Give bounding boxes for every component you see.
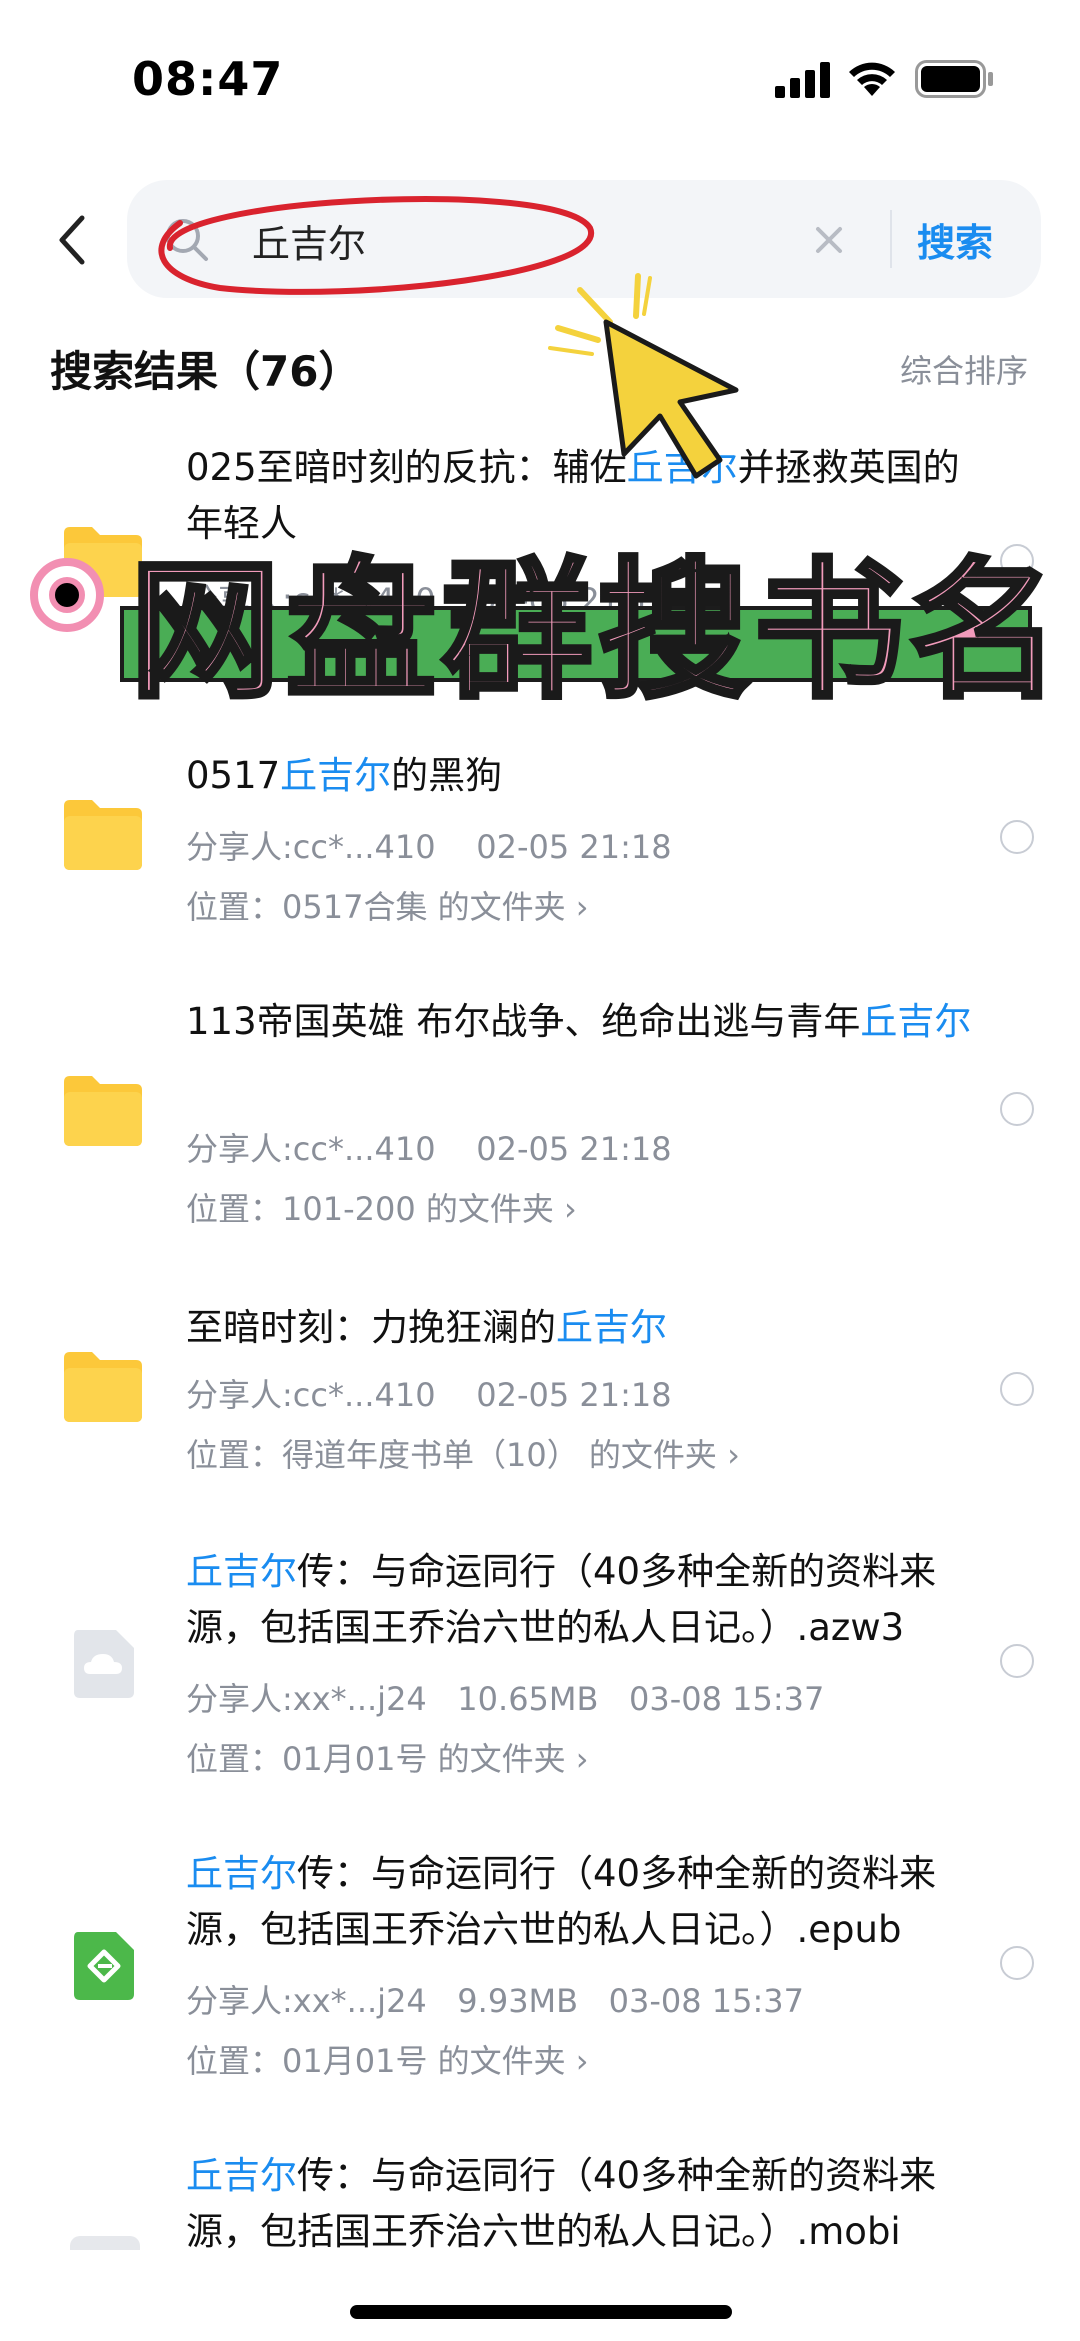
results-title: 搜索结果（76） <box>50 347 361 396</box>
epub-file-icon <box>74 1932 134 2000</box>
status-time: 08:47 <box>132 52 284 106</box>
folder-icon <box>64 1076 142 1146</box>
home-indicator[interactable] <box>350 2305 732 2319</box>
item-title: 至暗时刻：力挽狂澜的丘吉尔 <box>186 1306 667 1349</box>
item-location-link[interactable]: 位置：01月01号 的文件夹 › <box>186 2036 589 2082</box>
result-item[interactable]: 丘吉尔传：与命运同行（40多种全新的资料来源，包括国王乔治六世的私人日记。）.m… <box>0 2148 1080 2258</box>
select-radio[interactable] <box>1000 820 1034 854</box>
cursor-arrow-icon <box>548 273 739 479</box>
result-item[interactable]: 113帝国英雄 布尔战争、绝命出逃与青年丘吉尔 分享人:cc*...410 02… <box>0 994 1080 1244</box>
cellular-signal-icon <box>775 62 830 98</box>
item-location-link[interactable]: 位置：0517合集 的文件夹 › <box>186 882 589 928</box>
item-title: 丘吉尔传：与命运同行（40多种全新的资料来源，包括国王乔治六世的私人日记。）.m… <box>186 2154 937 2253</box>
bottom-safe-area <box>0 2250 1080 2341</box>
item-location-link[interactable]: 位置：101-200 的文件夹 › <box>186 1184 577 1230</box>
select-radio[interactable] <box>1000 1092 1034 1126</box>
item-title: 丘吉尔传：与命运同行（40多种全新的资料来源，包括国王乔治六世的私人日记。）.e… <box>186 1852 937 1951</box>
item-meta: 分享人:cc*...410 02-05 21:18 <box>186 828 672 866</box>
search-input[interactable] <box>252 212 812 268</box>
search-icon <box>166 219 208 261</box>
clear-icon[interactable] <box>813 224 845 256</box>
select-radio[interactable] <box>1000 1372 1034 1406</box>
select-radio[interactable] <box>1000 1946 1034 1980</box>
search-button[interactable]: 搜索 <box>917 212 993 267</box>
result-item[interactable]: 丘吉尔传：与命运同行（40多种全新的资料来源，包括国王乔治六世的私人日记。）.e… <box>0 1846 1080 2096</box>
result-item[interactable]: 至暗时刻：力挽狂澜的丘吉尔 分享人:cc*...410 02-05 21:18 … <box>0 1300 1080 1490</box>
item-location-link[interactable]: 位置：得道年度书单（10） 的文件夹 › <box>186 1430 740 1476</box>
wifi-icon <box>849 62 895 96</box>
overlay-banner-text: 网盘群搜书名 <box>127 543 1067 722</box>
select-radio[interactable] <box>1000 1644 1034 1678</box>
item-title: 丘吉尔传：与命运同行（40多种全新的资料来源，包括国王乔治六世的私人日记。）.a… <box>186 1550 937 1649</box>
result-item[interactable]: 丘吉尔传：与命运同行（40多种全新的资料来源，包括国王乔治六世的私人日记。）.a… <box>0 1544 1080 1794</box>
item-title: 113帝国英雄 布尔战争、绝命出逃与青年丘吉尔 <box>186 1000 972 1043</box>
search-divider <box>890 210 892 268</box>
battery-icon <box>915 60 993 98</box>
item-meta: 分享人:xx*...j24 10.65MB 03-08 15:37 <box>186 1680 825 1718</box>
status-bar: 08:47 <box>0 0 1080 150</box>
item-location-link[interactable]: 位置：01月01号 的文件夹 › <box>186 1734 589 1780</box>
item-meta: 分享人:cc*...410 02-05 21:18 <box>186 1376 672 1414</box>
cloud-file-icon <box>74 1630 134 1698</box>
overlay-dot-icon <box>30 558 104 632</box>
sort-button[interactable]: 综合排序 <box>900 346 1028 392</box>
folder-icon <box>64 1352 142 1422</box>
folder-icon <box>64 800 142 870</box>
item-meta: 分享人:xx*...j24 9.93MB 03-08 15:37 <box>186 1982 805 2020</box>
back-arrow-icon[interactable] <box>50 210 100 270</box>
item-title: 0517丘吉尔的黑狗 <box>186 754 503 797</box>
item-meta: 分享人:cc*...410 02-05 21:18 <box>186 1130 672 1168</box>
result-item[interactable]: 0517丘吉尔的黑狗 分享人:cc*...410 02-05 21:18 位置：… <box>0 748 1080 938</box>
